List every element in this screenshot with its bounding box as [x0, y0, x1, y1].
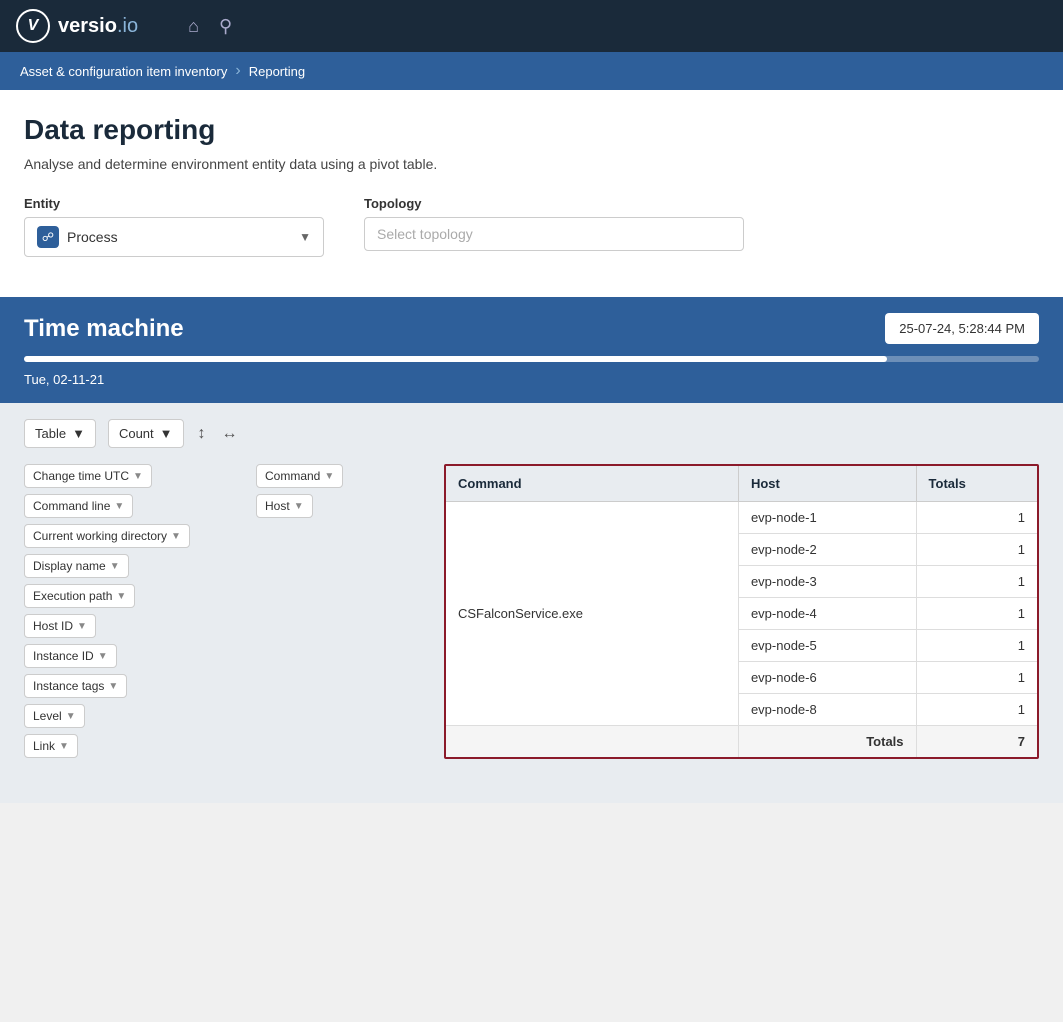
topology-filter-group: Topology Select topology — [364, 196, 744, 257]
breadcrumb: Asset & configuration item inventory › R… — [0, 52, 1063, 90]
aggregate-arrow: ▼ — [160, 426, 173, 441]
aggregate-label: Count — [119, 426, 154, 441]
field-chip[interactable]: Instance ID ▼ — [24, 644, 117, 668]
column-chip[interactable]: Host ▼ — [256, 494, 313, 518]
logo[interactable]: V versio.io — [16, 9, 138, 43]
host-cell: evp-node-6 — [738, 662, 916, 694]
field-chip[interactable]: Change time UTC ▼ — [24, 464, 152, 488]
count-cell: 1 — [916, 662, 1037, 694]
col-totals: Totals — [916, 466, 1037, 502]
field-chip[interactable]: Current working directory ▼ — [24, 524, 190, 548]
entity-dropdown-arrow: ▼ — [299, 230, 311, 244]
breadcrumb-current: Reporting — [249, 64, 305, 79]
column-chip[interactable]: Command ▼ — [256, 464, 343, 488]
entity-select[interactable]: ☍ Process ▼ — [24, 217, 324, 257]
time-machine-datetime: 25-07-24, 5:28:44 PM — [885, 313, 1039, 344]
count-cell: 1 — [916, 598, 1037, 630]
count-cell: 1 — [916, 566, 1037, 598]
filters-row: Entity ☍ Process ▼ Topology Select topol… — [24, 196, 1039, 273]
main-content: Data reporting Analyse and determine env… — [0, 90, 1063, 803]
command-cell: CSFalconService.exe — [446, 502, 738, 726]
entity-value: Process — [67, 229, 299, 245]
page-description: Analyse and determine environment entity… — [24, 156, 1039, 172]
data-table-wrapper: Command Host Totals CSFalconService.exee… — [444, 464, 1039, 759]
field-chip[interactable]: Instance tags ▼ — [24, 674, 127, 698]
host-cell: evp-node-2 — [738, 534, 916, 566]
pivot-area: Table ▼ Count ▼ ↕ ↔ Change time UTC ▼ Com… — [0, 403, 1063, 803]
host-cell: evp-node-4 — [738, 598, 916, 630]
entity-filter-group: Entity ☍ Process ▼ — [24, 196, 324, 257]
logo-text: versio.io — [58, 15, 138, 38]
resize-icon[interactable]: ↔ — [220, 423, 240, 445]
entity-label: Entity — [24, 196, 324, 211]
fields-panel: Change time UTC ▼ Command line ▼ Current w… — [24, 464, 244, 759]
count-cell: 1 — [916, 694, 1037, 726]
host-cell: evp-node-8 — [738, 694, 916, 726]
logo-icon: V — [16, 9, 50, 43]
count-cell: 1 — [916, 502, 1037, 534]
time-machine-header: Time machine 25-07-24, 5:28:44 PM — [24, 313, 1039, 344]
pivot-controls: Table ▼ Count ▼ ↕ ↔ — [24, 419, 1039, 448]
sort-icon[interactable]: ↕ — [196, 423, 208, 445]
count-cell: 1 — [916, 534, 1037, 566]
field-chip[interactable]: Link ▼ — [24, 734, 78, 758]
pivot-table: Command Host Totals CSFalconService.exee… — [446, 466, 1037, 757]
page-title: Data reporting — [24, 114, 1039, 146]
aggregate-dropdown[interactable]: Count ▼ — [108, 419, 184, 448]
totals-row: Totals7 — [446, 726, 1037, 758]
totals-label: Totals — [738, 726, 916, 758]
col-host: Host — [738, 466, 916, 502]
host-cell: evp-node-3 — [738, 566, 916, 598]
time-machine-title: Time machine — [24, 315, 184, 343]
columns-panel: Command ▼ Host ▼ — [244, 464, 444, 759]
breadcrumb-separator: › — [235, 62, 240, 80]
view-type-arrow: ▼ — [72, 426, 85, 441]
col-command: Command — [446, 466, 738, 502]
totals-value: 7 — [916, 726, 1037, 758]
time-machine-slider[interactable] — [24, 356, 1039, 362]
breadcrumb-parent[interactable]: Asset & configuration item inventory — [20, 64, 227, 79]
table-header-row: Command Host Totals — [446, 466, 1037, 502]
table-row: CSFalconService.exeevp-node-11 — [446, 502, 1037, 534]
search-icon[interactable]: ⚲ — [219, 16, 232, 37]
host-cell: evp-node-1 — [738, 502, 916, 534]
topology-placeholder: Select topology — [377, 226, 473, 242]
home-icon[interactable]: ⌂ — [188, 16, 199, 37]
time-machine: Time machine 25-07-24, 5:28:44 PM Tue, 0… — [0, 297, 1063, 403]
field-chip[interactable]: Command line ▼ — [24, 494, 133, 518]
entity-icon: ☍ — [37, 226, 59, 248]
topology-label: Topology — [364, 196, 744, 211]
host-cell: evp-node-5 — [738, 630, 916, 662]
field-chip[interactable]: Host ID ▼ — [24, 614, 96, 638]
count-cell: 1 — [916, 630, 1037, 662]
nav-icons: ⌂ ⚲ — [188, 16, 232, 37]
topology-select[interactable]: Select topology — [364, 217, 744, 251]
time-machine-slider-fill — [24, 356, 887, 362]
time-machine-date: Tue, 02-11-21 — [24, 372, 1039, 387]
view-type-label: Table — [35, 426, 66, 441]
field-chip[interactable]: Execution path ▼ — [24, 584, 135, 608]
field-chip[interactable]: Level ▼ — [24, 704, 85, 728]
pivot-layout: Change time UTC ▼ Command line ▼ Current w… — [24, 464, 1039, 759]
view-type-dropdown[interactable]: Table ▼ — [24, 419, 96, 448]
top-nav: V versio.io ⌂ ⚲ — [0, 0, 1063, 52]
field-chip[interactable]: Display name ▼ — [24, 554, 129, 578]
